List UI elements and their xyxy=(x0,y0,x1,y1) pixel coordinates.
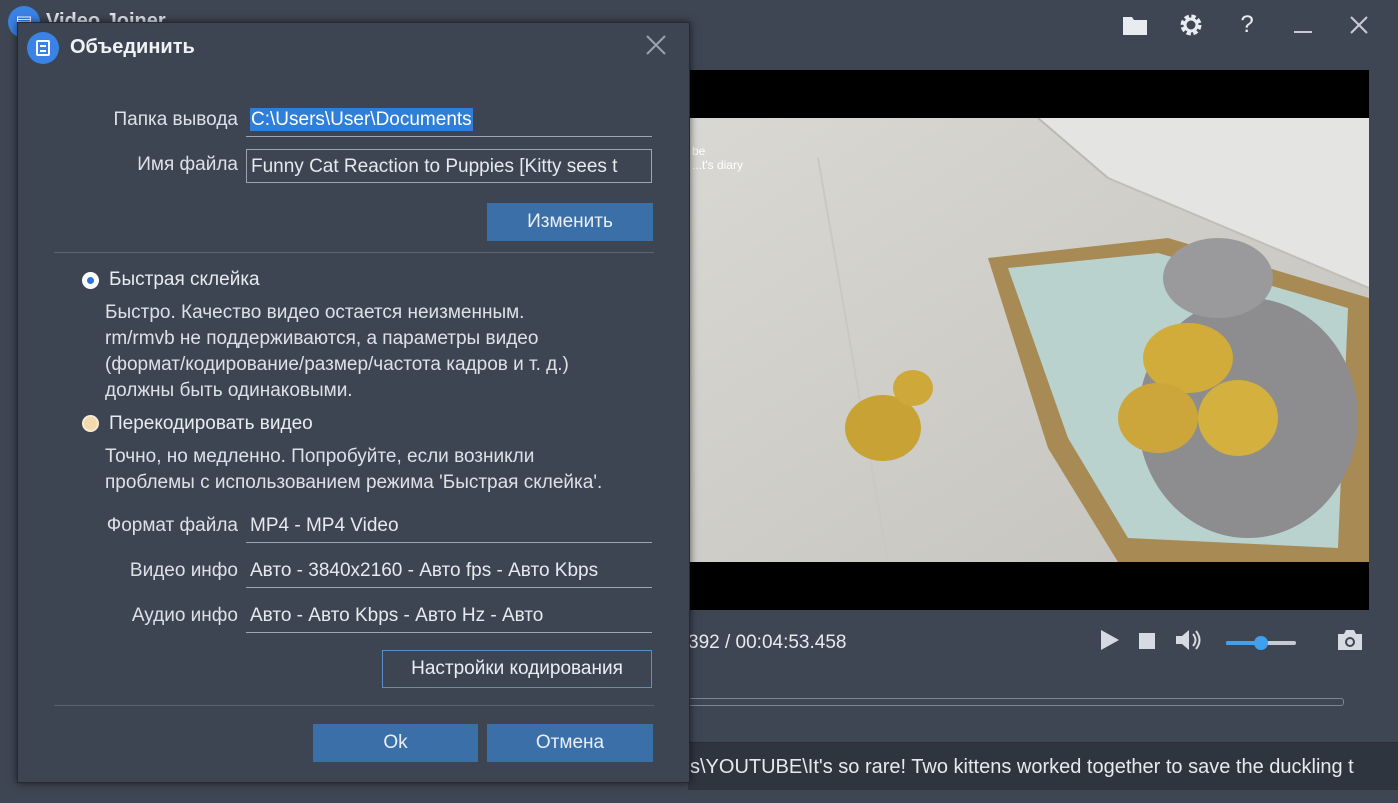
encode-settings-button[interactable]: Настройки кодирования xyxy=(382,650,652,688)
fast-join-radio[interactable] xyxy=(82,272,99,289)
reencode-desc-line: Точно, но медленно. Попробуйте, если воз… xyxy=(105,446,535,467)
seek-bar[interactable] xyxy=(688,698,1344,706)
fast-join-desc-line: должны быть одинаковыми. xyxy=(105,380,353,401)
watermark-line-2: ...t's diary xyxy=(692,158,743,172)
gear-icon[interactable] xyxy=(1174,8,1208,42)
reencode-desc-line: проблемы с использованием режима 'Быстра… xyxy=(105,472,603,493)
join-dialog: Объединить Папка вывода C:\Users\User\Do… xyxy=(17,22,690,783)
video-watermark: be ...t's diary xyxy=(692,144,743,172)
fast-join-description: Быстро. Качество видео остается неизменн… xyxy=(105,300,675,404)
close-icon[interactable] xyxy=(1342,8,1376,42)
change-button[interactable]: Изменить xyxy=(487,203,653,241)
file-path-text: s\YOUTUBE\It's so rare! Two kittens work… xyxy=(690,756,1354,778)
cancel-button[interactable]: Отмена xyxy=(487,724,653,762)
video-info-value: Авто - 3840x2160 - Авто fps - Авто Kbps xyxy=(250,560,599,581)
fast-join-desc-line: (формат/кодирование/размер/частота кадро… xyxy=(105,354,569,375)
volume-slider-knob[interactable] xyxy=(1254,636,1268,650)
ok-button[interactable]: Ok xyxy=(313,724,478,762)
video-info-label: Видео инфо xyxy=(129,560,238,581)
help-icon[interactable]: ? xyxy=(1230,8,1264,42)
fast-join-desc-line: Быстро. Качество видео остается неизменн… xyxy=(105,302,525,323)
fast-join-label[interactable]: Быстрая склейка xyxy=(109,269,260,291)
reencode-radio[interactable] xyxy=(82,415,99,432)
volume-icon[interactable] xyxy=(1174,628,1202,658)
stop-icon[interactable] xyxy=(1138,630,1156,656)
folder-icon[interactable] xyxy=(1118,8,1152,42)
output-folder-label: Папка вывода xyxy=(113,109,238,130)
volume-slider[interactable] xyxy=(1226,636,1296,650)
title-icons: ? xyxy=(1118,8,1376,42)
audio-info-field[interactable]: Авто - Авто Kbps - Авто Hz - Авто xyxy=(246,599,652,633)
dialog-close-icon[interactable] xyxy=(645,33,667,61)
divider-bottom xyxy=(54,705,654,706)
audio-info-label: Аудио инфо xyxy=(131,605,238,626)
output-folder-field[interactable]: C:\Users\User\Documents xyxy=(246,103,652,137)
file-name-value: Funny Cat Reaction to Puppies [Kitty see… xyxy=(251,156,618,177)
fast-join-desc-line: rm/rmvb не поддерживаются, а параметры в… xyxy=(105,328,539,349)
reencode-description: Точно, но медленно. Попробуйте, если воз… xyxy=(105,444,675,496)
output-folder-value: C:\Users\User\Documents xyxy=(250,108,473,131)
video-info-field[interactable]: Авто - 3840x2160 - Авто fps - Авто Kbps xyxy=(246,554,652,588)
watermark-line-1: be xyxy=(692,144,706,158)
file-format-select[interactable]: MP4 - MP4 Video xyxy=(246,509,652,543)
dialog-logo-icon xyxy=(27,32,59,64)
play-icon[interactable] xyxy=(1100,629,1120,657)
file-path-bar: s\YOUTUBE\It's so rare! Two kittens work… xyxy=(688,742,1398,790)
video-preview: be ...t's diary xyxy=(688,118,1369,562)
file-format-label: Формат файла xyxy=(106,515,238,536)
camera-icon[interactable] xyxy=(1336,628,1364,658)
video-player[interactable]: be ...t's diary xyxy=(688,70,1369,610)
audio-info-value: Авто - Авто Kbps - Авто Hz - Авто xyxy=(250,605,544,626)
time-display: 392 / 00:04:53.458 xyxy=(688,632,847,653)
file-format-value: MP4 - MP4 Video xyxy=(250,515,399,536)
divider-top xyxy=(54,252,654,253)
player-controls xyxy=(1100,628,1364,658)
file-name-field[interactable]: Funny Cat Reaction to Puppies [Kitty see… xyxy=(246,149,652,183)
reencode-label[interactable]: Перекодировать видео xyxy=(109,413,313,435)
minimize-icon[interactable] xyxy=(1286,8,1320,42)
dialog-title: Объединить xyxy=(70,36,195,58)
file-name-label: Имя файла xyxy=(137,154,238,175)
